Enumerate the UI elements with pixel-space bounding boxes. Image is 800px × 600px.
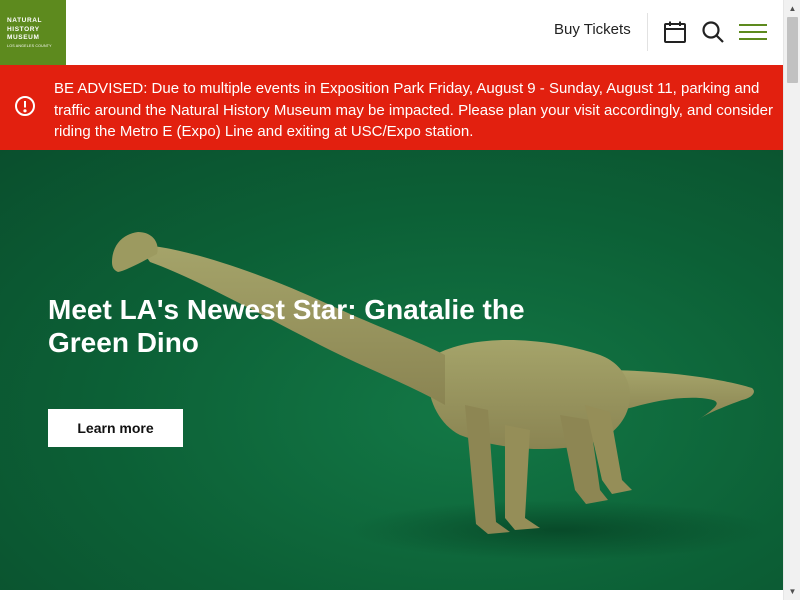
site-header: NATURAL HISTORY MUSEUM LOS ANGELES COUNT… (0, 0, 783, 65)
logo-line-3: MUSEUM (7, 34, 40, 42)
calendar-icon[interactable] (661, 18, 689, 46)
page: NATURAL HISTORY MUSEUM LOS ANGELES COUNT… (0, 0, 800, 600)
advisory-banner: BE ADVISED: Due to multiple events in Ex… (0, 65, 783, 150)
buy-tickets-link[interactable]: Buy Tickets (554, 21, 631, 38)
scrollbar-thumb[interactable] (787, 17, 798, 83)
hero-title: Meet LA's Newest Star: Gnatalie the Gree… (48, 294, 525, 358)
dinosaur-illustration (112, 232, 770, 560)
hamburger-menu-icon[interactable] (738, 18, 768, 46)
logo-subline: LOS ANGELES COUNTY (7, 43, 52, 48)
vertical-scrollbar[interactable]: ▲ ▼ (783, 0, 800, 600)
header-divider (647, 13, 648, 51)
logo-line-2: HISTORY (7, 25, 40, 33)
advisory-text: BE ADVISED: Due to multiple events in Ex… (54, 80, 773, 140)
scroll-down-arrow-icon[interactable]: ▼ (784, 583, 800, 600)
page-bottom-strip (0, 590, 783, 600)
hero-banner: Meet LA's Newest Star: Gnatalie the Gree… (0, 150, 783, 590)
scroll-up-arrow-icon[interactable]: ▲ (784, 0, 800, 17)
museum-logo[interactable]: NATURAL HISTORY MUSEUM LOS ANGELES COUNT… (0, 0, 66, 65)
learn-more-button[interactable]: Learn more (48, 409, 183, 447)
search-icon[interactable] (699, 18, 727, 46)
alert-circle-icon (14, 95, 36, 117)
logo-line-1: NATURAL (7, 17, 43, 25)
